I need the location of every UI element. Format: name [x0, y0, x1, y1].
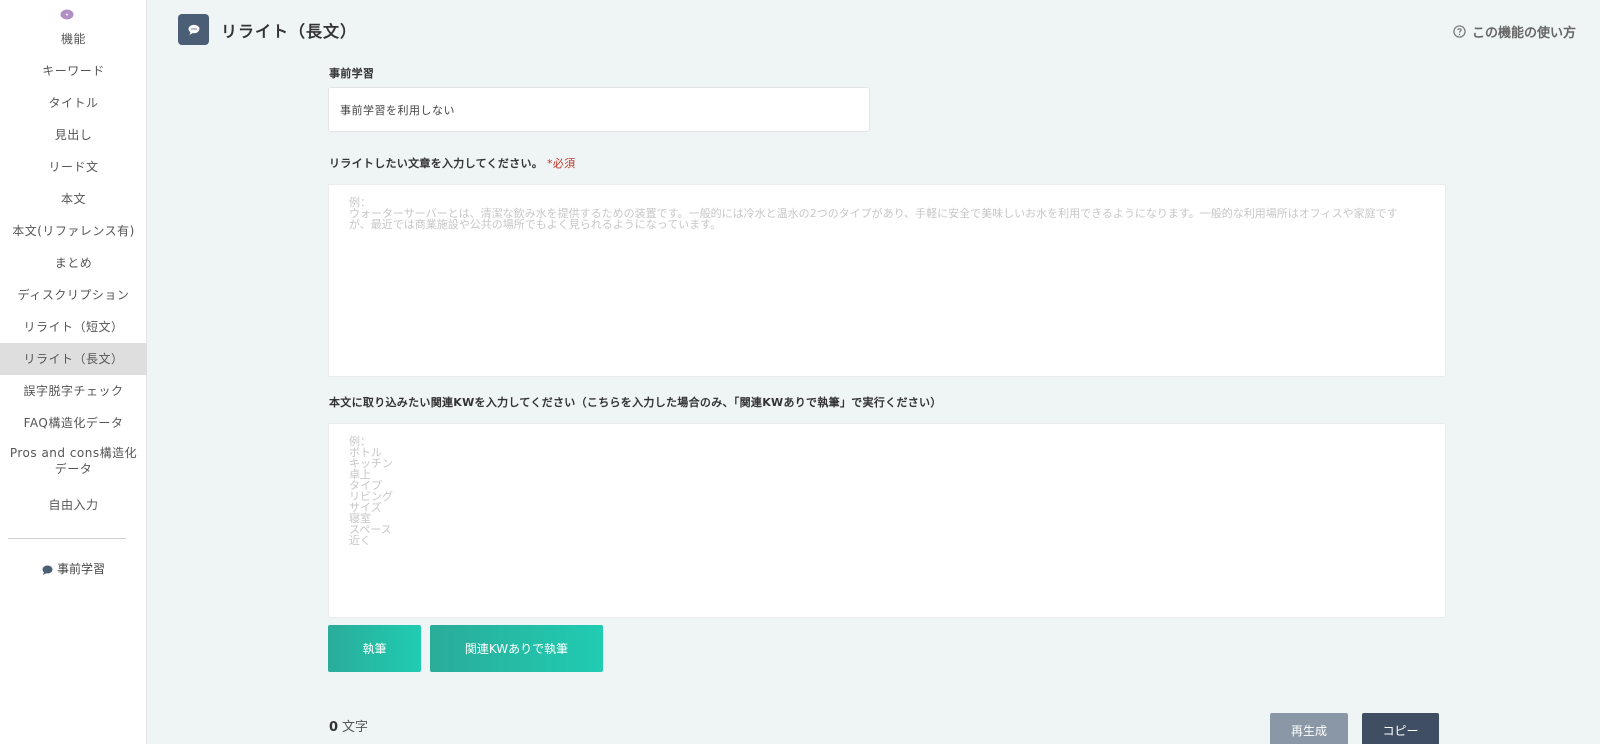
page-icon [178, 14, 209, 45]
sidebar-item[interactable]: リライト（長文） [0, 343, 147, 375]
kw-input-label: 本文に取り込みたい関連KWを入力してください（こちらを入力した場合のみ、「関連K… [329, 396, 942, 409]
write-button[interactable]: 執筆 [328, 625, 421, 672]
sidebar-item-label: FAQ構造化データ [23, 416, 124, 430]
sidebar-item-label: キーワード [42, 64, 105, 78]
sidebar-item-label: 機能 [60, 32, 86, 46]
question-circle-icon [1453, 25, 1466, 38]
howto-label: この機能の使い方 [1471, 26, 1576, 41]
sidebar-item[interactable]: 誤字脱字チェック [0, 383, 147, 399]
sidebar-item[interactable]: キーワード [0, 63, 147, 79]
char-count: 0 文字 [329, 716, 368, 735]
write-with-kw-button[interactable]: 関連KWありで執筆 [430, 625, 603, 672]
howto-link[interactable]: この機能の使い方 [1453, 22, 1576, 41]
char-count-value: 0 [329, 720, 339, 735]
sidebar-item[interactable]: ディスクリプション [0, 287, 147, 303]
sidebar-item[interactable]: まとめ [0, 255, 147, 271]
sidebar-item[interactable]: タイトル [0, 95, 147, 111]
sidebar-item-label: 事前学習 [56, 562, 105, 576]
text-input-label: リライトしたい文章を入力してください。 *必須 [329, 155, 575, 171]
sidebar-item[interactable]: リード文 [0, 159, 147, 175]
sidebar-item-label: ディスクリプション [17, 288, 130, 302]
sidebar: 機能キーワードタイトル見出しリード文本文本文(リファレンス有) まとめディスクリプ… [0, 0, 147, 744]
sidebar-item-label: タイトル [48, 96, 99, 110]
sidebar-item-label: まとめ [54, 256, 93, 270]
required-badge: *必須 [547, 157, 576, 170]
sidebar-item-prelearn[interactable]: 事前学習 [0, 561, 147, 577]
sidebar-item[interactable]: 機能 [0, 31, 147, 47]
text-input-label-text: リライトしたい文章を入力してください。 [329, 157, 544, 170]
prelearn-select[interactable]: 事前学習を利用しない [328, 87, 870, 132]
char-count-unit: 文字 [342, 720, 369, 735]
sidebar-item-label: Pros and cons構造化データ [9, 446, 138, 476]
sidebar-item[interactable]: 見出し [0, 127, 147, 143]
rewrite-text-input[interactable] [328, 184, 1446, 377]
sidebar-item-label: 見出し [54, 128, 93, 142]
page-title: リライト（長文） [221, 22, 358, 41]
sidebar-item[interactable]: FAQ構造化データ [0, 415, 147, 431]
sidebar-item[interactable]: 本文 [0, 191, 147, 207]
sidebar-item-label: 誤字脱字チェック [23, 384, 124, 398]
prelearn-label: 事前学習 [329, 67, 375, 80]
regenerate-button[interactable]: 再生成 [1270, 713, 1348, 744]
sidebar-item-label: リード文 [48, 160, 99, 174]
speech-bubble-icon [188, 24, 199, 35]
sidebar-item-label: リライト（短文） [23, 320, 124, 334]
sidebar-item-label: 本文(リファレンス有) [12, 224, 135, 238]
sidebar-item[interactable]: 自由入力 [0, 497, 147, 513]
sidebar-item[interactable]: Pros and cons構造化データ [0, 445, 147, 477]
sidebar-item[interactable]: リライト（短文） [0, 319, 147, 335]
sidebar-divider [8, 538, 126, 539]
speech-bubble-icon [60, 9, 74, 20]
sidebar-item-label: 自由入力 [48, 498, 99, 512]
sidebar-item-label: 本文 [60, 192, 86, 206]
related-kw-input[interactable] [328, 423, 1446, 618]
sidebar-item[interactable]: 本文(リファレンス有) [0, 223, 147, 239]
sidebar-item-label: リライト（長文） [23, 352, 124, 366]
copy-button[interactable]: コピー [1362, 713, 1439, 744]
speech-bubble-icon [42, 565, 53, 575]
